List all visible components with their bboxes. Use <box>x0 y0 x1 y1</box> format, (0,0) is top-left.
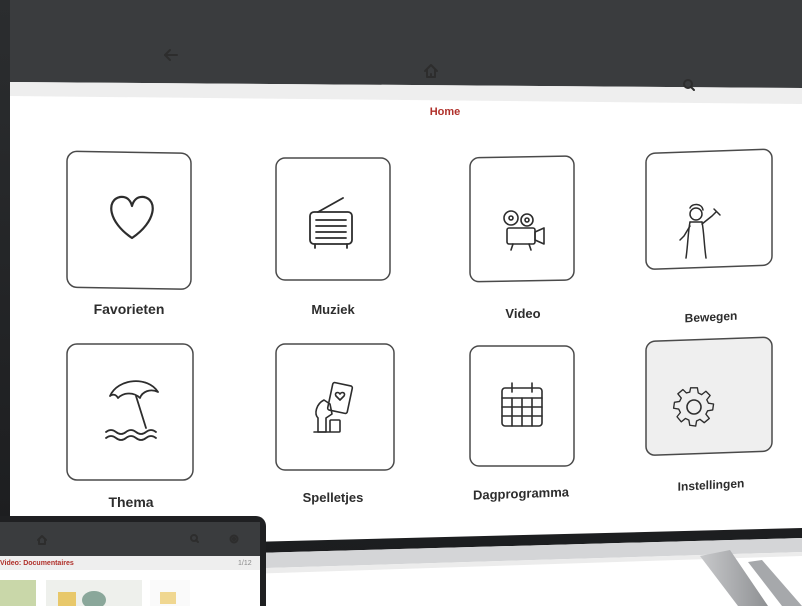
tile-label-favorieten[interactable]: Favorieten <box>64 301 194 317</box>
tile-label-spelletjes[interactable]: Spelletjes <box>268 490 398 505</box>
tile-label-muziek[interactable]: Muziek <box>268 302 398 317</box>
tile-favorieten[interactable] <box>66 150 192 290</box>
tv-stand <box>700 550 768 606</box>
tile-thema[interactable] <box>66 343 194 481</box>
tablet-thumbnail[interactable] <box>0 580 36 606</box>
page-title: Home <box>429 106 461 118</box>
tile-label-video[interactable]: Video <box>458 306 588 321</box>
tile-video[interactable] <box>469 155 575 283</box>
tile-spelletjes[interactable] <box>275 343 395 471</box>
tile-label-thema[interactable]: Thema <box>66 494 196 510</box>
tablet-page-counter: 1/12 <box>238 560 252 567</box>
tile-muziek[interactable] <box>275 157 391 281</box>
app-header <box>10 0 802 88</box>
tile-bewegen[interactable] <box>645 148 773 270</box>
tablet-title: Video: Documentaires <box>0 560 74 567</box>
